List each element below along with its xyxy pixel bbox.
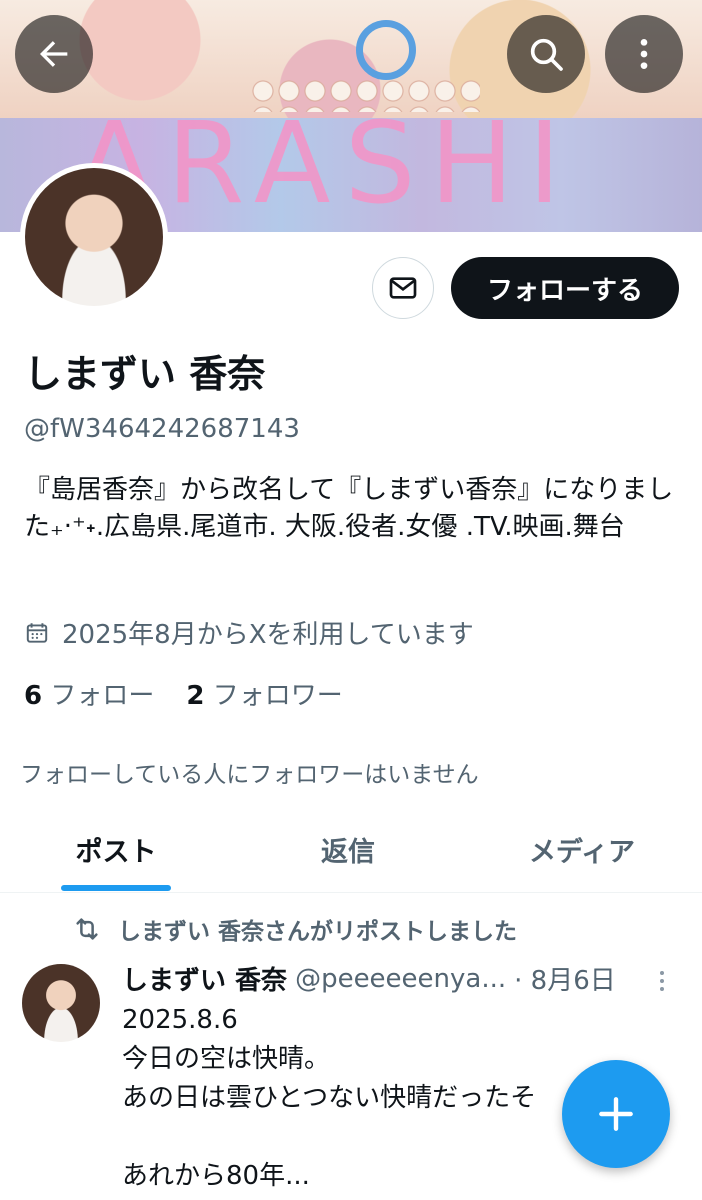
post-author-name[interactable]: しまずい 香奈 [122, 960, 287, 997]
tab-replies[interactable]: 返信 [262, 805, 434, 893]
message-button[interactable] [372, 257, 434, 319]
profile-avatar[interactable] [20, 163, 168, 311]
no-common-followers: フォローしている人にフォロワーはいません [20, 762, 479, 788]
profile-tabs: ポスト 返信 メディア [0, 805, 702, 893]
more-vertical-icon [660, 971, 664, 991]
tab-media[interactable]: メディア [496, 805, 668, 893]
followers-count: 2 [186, 681, 205, 711]
join-date-text: 2025年8月からXを利用しています [62, 620, 474, 650]
followers-label: フォロワー [212, 681, 343, 711]
compose-post-button[interactable] [562, 1060, 670, 1168]
following-label: フォロー [50, 681, 155, 711]
profile-bio: 『島居香奈』から改名して『しまずい香奈』になりました₊‧⁺˖.広島県.尾道市. … [24, 475, 674, 542]
banner-ring [356, 20, 416, 80]
post-author-avatar[interactable] [22, 964, 100, 1042]
join-date: 2025年8月からXを利用しています [24, 614, 474, 651]
mail-icon [389, 277, 417, 299]
avatar-photo [25, 168, 163, 306]
calendar-icon [26, 622, 48, 643]
arrow-left-icon [40, 41, 68, 67]
post-header: しまずい 香奈 @peeeeeenya... · 8月6日 [122, 960, 642, 997]
following-count: 6 [24, 681, 43, 711]
follow-button[interactable]: フォローする [451, 257, 679, 319]
repost-icon [76, 918, 98, 940]
followers-link[interactable]: 2 フォロワー [186, 675, 342, 712]
active-tab-indicator [61, 885, 171, 891]
tab-posts[interactable]: ポスト [30, 805, 202, 893]
search-button[interactable] [507, 15, 585, 93]
post-author-handle: @peeeeeenya... [295, 963, 507, 994]
profile-handle: @fW3464242687143 [24, 414, 300, 444]
post-text: 2025.8.6 今日の空は快晴。 あの日は雲ひとつない快晴だったそ あれから8… [122, 1005, 537, 1191]
more-options-button[interactable] [605, 15, 683, 93]
display-name: しまずい 香奈 [24, 352, 266, 396]
post-date: · 8月6日 [514, 966, 616, 996]
search-icon [530, 38, 563, 71]
post-more-button[interactable] [650, 966, 674, 1002]
more-vertical-icon [640, 39, 648, 69]
follow-stats: 6 フォロー 2 フォロワー [24, 675, 343, 712]
following-link[interactable]: 6 フォロー [24, 675, 154, 712]
back-button[interactable] [15, 15, 93, 93]
repost-text: しまずい 香奈さんがリポストしました [118, 919, 518, 945]
repost-context: しまずい 香奈さんがリポストしました [72, 912, 517, 946]
plus-icon [599, 1097, 633, 1131]
